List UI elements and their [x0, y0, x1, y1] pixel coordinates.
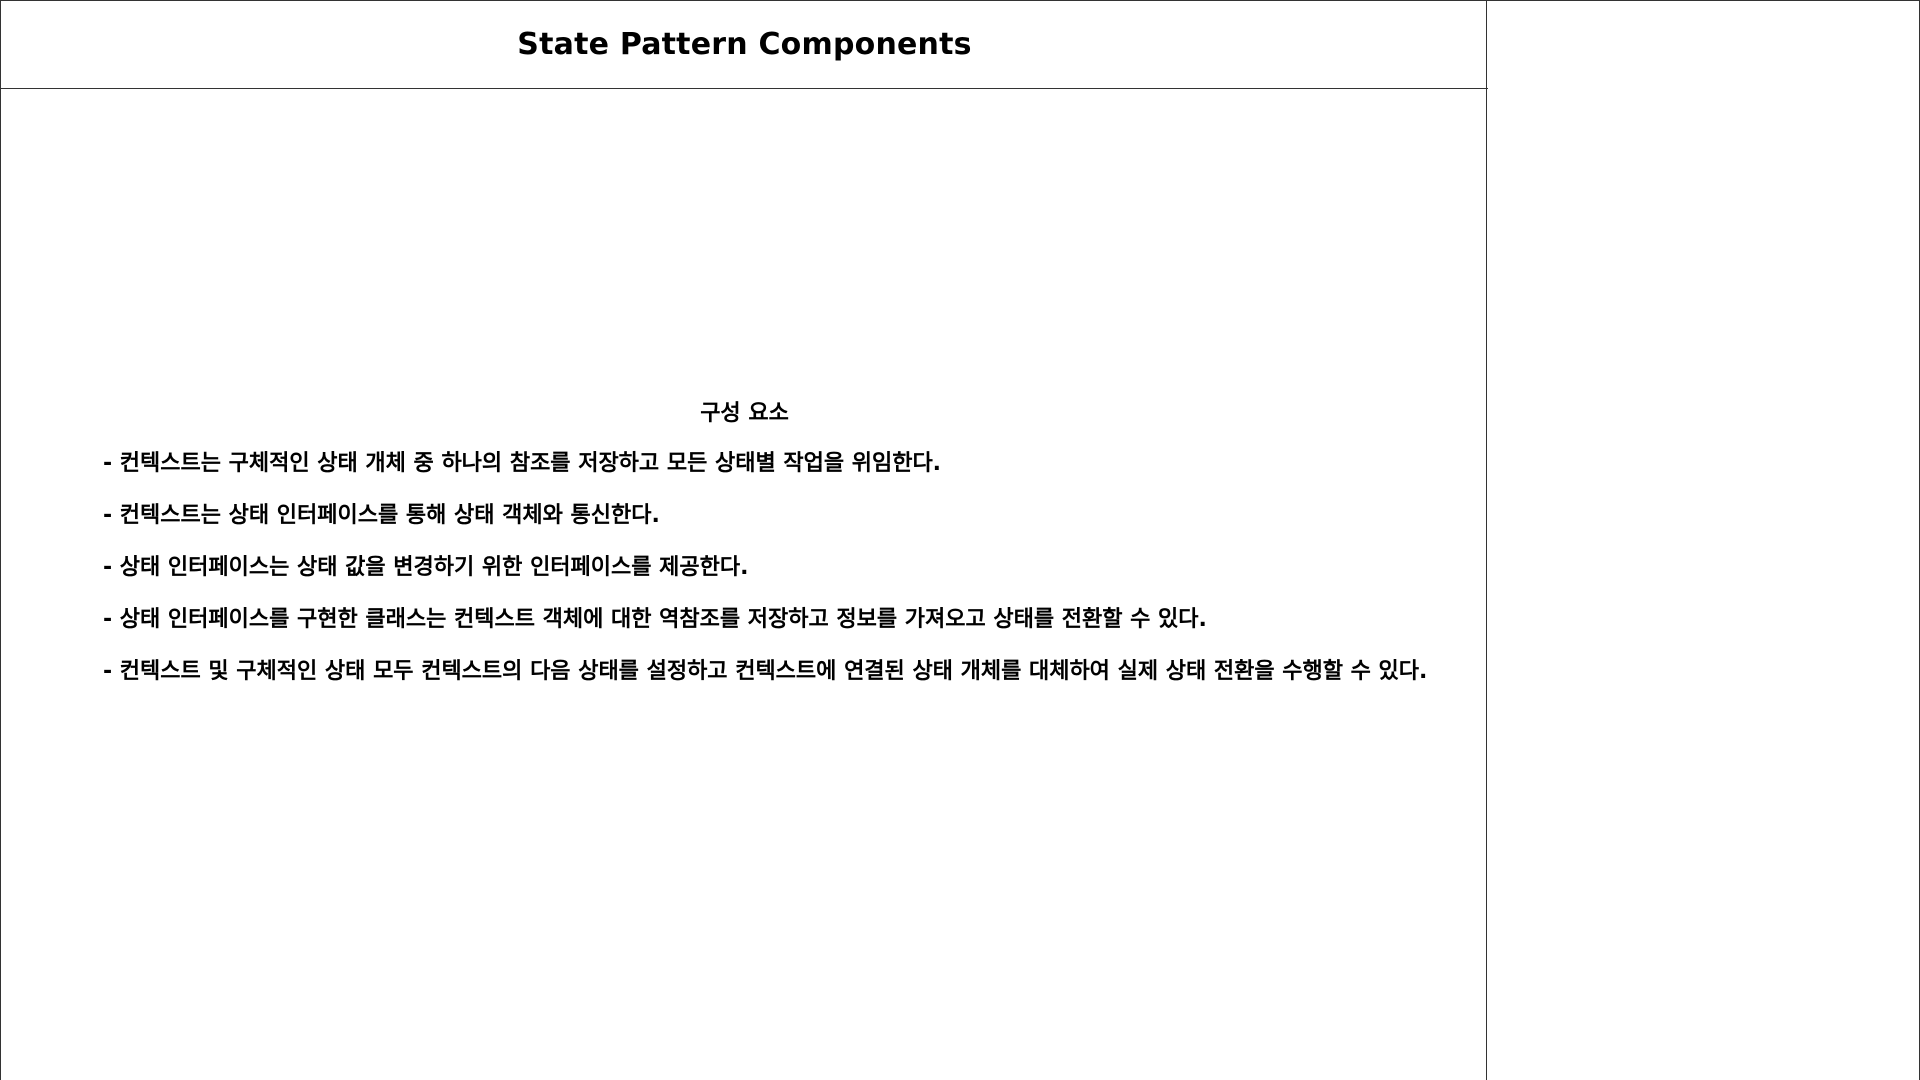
section-heading: 구성 요소: [700, 401, 789, 426]
slide-content: 구성 요소 - 컨텍스트는 구체적인 상태 개체 중 하나의 참조를 저장하고 …: [1, 89, 1488, 1080]
slide-title: State Pattern Components: [517, 27, 972, 62]
title-bar: State Pattern Components: [1, 1, 1488, 89]
bullet-list: - 컨텍스트는 구체적인 상태 개체 중 하나의 참조를 저장하고 모든 상태별…: [103, 449, 1473, 709]
bullet-item: - 컨텍스트는 상태 인터페이스를 통해 상태 객체와 통신한다.: [103, 503, 660, 528]
bullet-item: - 상태 인터페이스를 구현한 클래스는 컨텍스트 객체에 대한 역참조를 저장…: [103, 607, 1207, 632]
bullet-item: - 컨텍스트 및 구체적인 상태 모두 컨텍스트의 다음 상태를 설정하고 컨텍…: [103, 659, 1428, 684]
slide-frame: State Pattern Components 구성 요소 - 컨텍스트는 구…: [0, 0, 1488, 1080]
bullet-item: - 상태 인터페이스는 상태 값을 변경하기 위한 인터페이스를 제공한다.: [103, 555, 749, 580]
side-panel: [1487, 0, 1920, 1080]
bullet-item: - 컨텍스트는 구체적인 상태 개체 중 하나의 참조를 저장하고 모든 상태별…: [103, 451, 942, 476]
